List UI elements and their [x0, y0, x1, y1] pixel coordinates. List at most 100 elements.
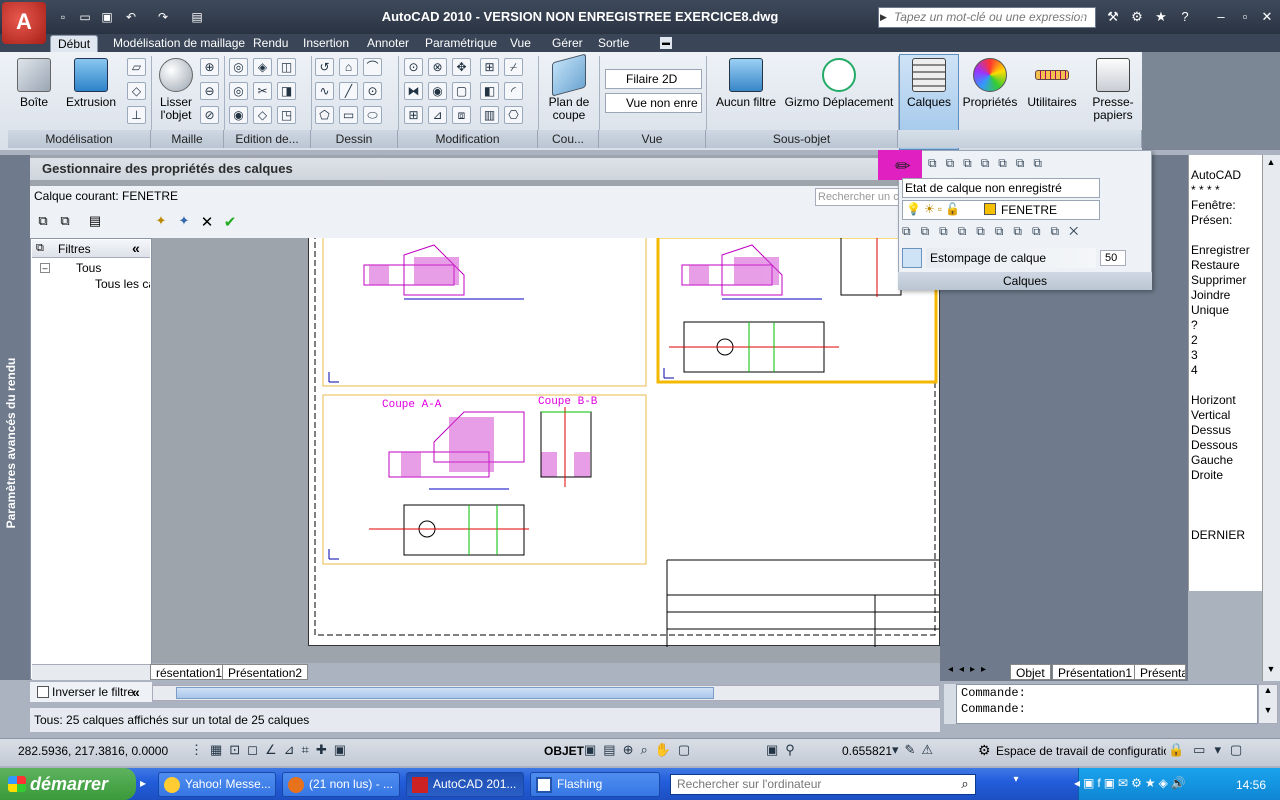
new-property-filter-icon[interactable]: ⧉	[34, 213, 52, 231]
scroll-down-icon[interactable]: ▼	[1264, 664, 1278, 678]
modify-icon[interactable]: ⊙	[404, 58, 423, 76]
layers-button[interactable]: Calques	[902, 58, 956, 109]
modify-icon[interactable]: ⊗	[428, 58, 447, 76]
layout-paper[interactable]: Coupe A-A Coupe B-B	[308, 235, 940, 647]
viewport-menu-item[interactable]: * * * *	[1191, 183, 1220, 198]
line-icon[interactable]: ╱	[339, 82, 358, 100]
favorites-icon[interactable]: ★	[1152, 9, 1170, 25]
solid-edit-icon[interactable]: ◨	[277, 82, 296, 100]
modify-icon[interactable]: ⊿	[428, 106, 447, 124]
close-icon[interactable]: ✕	[1258, 9, 1276, 25]
panel-modelisation[interactable]: Modélisation	[8, 130, 151, 148]
solid-edit-icon[interactable]: ◳	[277, 106, 296, 124]
viewport-menu-item[interactable]: Dessus	[1191, 423, 1231, 438]
binoculars-icon[interactable]: ⌕	[1074, 9, 1092, 25]
tree-scrollbar[interactable]	[32, 664, 150, 680]
viewport-menu-item[interactable]: Droite	[1191, 468, 1223, 483]
set-current-icon[interactable]: ✔	[221, 213, 239, 231]
viewport-menu-item[interactable]: 4	[1191, 363, 1198, 378]
solid-edit-icon[interactable]: ◈	[253, 58, 272, 76]
mesh-tool-icon[interactable]: ⊖	[200, 82, 219, 100]
panel-maille[interactable]: Maille	[151, 130, 224, 148]
help-icon[interactable]: ?	[1176, 9, 1194, 25]
spline-icon[interactable]: ∿	[315, 82, 334, 100]
status-tray-icons[interactable]: 🔒▭▾▢	[1168, 742, 1278, 760]
tab-modelisation-maillage[interactable]: Modélisation de maillage	[106, 35, 252, 52]
navigation-tools[interactable]: ▣▤⊕⌕✋▢	[584, 742, 734, 760]
layer-states-icon[interactable]: ▤	[86, 213, 104, 231]
tab-annoter[interactable]: Annoter	[360, 35, 416, 52]
mesh-tool-icon[interactable]: ⊕	[200, 58, 219, 76]
tree-item-used[interactable]: Tous les calques utilisés	[76, 277, 150, 292]
modeling-tool-icon[interactable]: ◇	[127, 82, 146, 100]
help-search-input[interactable]: Tapez un mot-clé ou une expression	[878, 7, 1096, 28]
subscription-icon[interactable]: ⚒	[1104, 9, 1122, 25]
box-button[interactable]: Boîte	[14, 58, 54, 109]
plot-icon[interactable]: ▤	[188, 9, 206, 25]
ellipse-icon[interactable]: ⬭	[363, 106, 382, 124]
solid-edit-icon[interactable]: ✂	[253, 82, 272, 100]
tab-debut[interactable]: Début	[50, 35, 99, 52]
line-icon[interactable]: ↺	[315, 58, 334, 76]
search-expand-icon[interactable]: ▶	[880, 10, 890, 24]
solid-edit-icon[interactable]: ◎	[229, 58, 248, 76]
fillet-icon[interactable]: ◜	[504, 82, 523, 100]
modify-icon[interactable]: ▥	[480, 106, 499, 124]
scroll-up-icon[interactable]: ▲	[1264, 157, 1278, 171]
solid-edit-icon[interactable]: ◇	[253, 106, 272, 124]
extrusion-button[interactable]: Extrusion	[64, 58, 118, 109]
viewport-tools[interactable]: ▣⚲	[766, 742, 826, 760]
modeling-tool-icon[interactable]: ⊥	[127, 106, 146, 124]
rectangle-icon[interactable]: ▭	[339, 106, 358, 124]
no-filter-button[interactable]: Aucun filtre	[713, 58, 779, 109]
coordinates[interactable]: 282.5936, 217.3816, 0.0000	[18, 744, 188, 760]
arc-icon[interactable]: ⌒	[363, 58, 382, 76]
command-line[interactable]: Commande: Commande:	[956, 684, 1258, 724]
tab-gerer[interactable]: Gérer	[545, 35, 590, 52]
panel-dessin[interactable]: Dessin	[311, 130, 398, 148]
layer-manager-title[interactable]: Gestionnaire des propriétés des calques	[30, 158, 940, 180]
right-layout-tab-2[interactable]: Présenta	[1134, 664, 1186, 680]
quicklaunch-icon[interactable]: ▸	[140, 776, 154, 792]
tab-parametrique[interactable]: Paramétrique	[418, 35, 504, 52]
viewport-menu-item[interactable]: DERNIER	[1191, 528, 1245, 543]
viewport-menu-item[interactable]: Joindre	[1191, 288, 1230, 303]
panel-coupe[interactable]: Cou...	[538, 130, 599, 148]
layout-tab-2[interactable]: Présentation2	[222, 664, 309, 680]
tab-nav-arrows[interactable]: ◂◂▸▸	[944, 664, 1004, 680]
layer-tools-row-2[interactable]: ⧉⧉⧉⧉⧉⧉⧉⧉⧉✕	[902, 224, 1148, 244]
delete-layer-icon[interactable]: ✕	[198, 213, 216, 231]
clipboard-button[interactable]: Presse-papiers	[1086, 58, 1140, 122]
solid-edit-icon[interactable]: ◎	[229, 82, 248, 100]
modeling-tool-icon[interactable]: ▱	[127, 58, 146, 76]
trim-icon[interactable]: ⌿	[504, 58, 523, 76]
collapse-filter-icon[interactable]: «	[132, 684, 148, 700]
tab-sortie[interactable]: Sortie	[591, 35, 636, 52]
solid-edit-icon[interactable]: ◫	[277, 58, 296, 76]
polygon-icon[interactable]: ⬠	[315, 106, 334, 124]
viewport-menu-item[interactable]: AutoCAD	[1191, 168, 1241, 183]
object-model-toggle[interactable]: OBJET	[544, 744, 584, 760]
gizmo-move-button[interactable]: Gizmo Déplacement	[784, 58, 894, 109]
mirror-icon[interactable]: ⧓	[404, 82, 423, 100]
drafting-toggles[interactable]: ⋮▦⊡◻∠⊿⌗✚▣	[190, 742, 410, 760]
search-icon[interactable]: ⌕	[956, 776, 974, 793]
scrollbar-thumb[interactable]	[176, 687, 714, 699]
lock-fade-icon[interactable]	[902, 248, 922, 268]
annotation-scale[interactable]: 0.655821	[842, 744, 892, 760]
minimize-icon[interactable]: –	[1212, 9, 1230, 25]
viewport-menu-item[interactable]: Unique	[1191, 303, 1229, 318]
panel-modification[interactable]: Modification	[398, 130, 538, 148]
solid-edit-icon[interactable]: ◉	[229, 106, 248, 124]
viewport-menu-item[interactable]: 2	[1191, 333, 1198, 348]
tab-vue[interactable]: Vue	[503, 35, 538, 52]
panel-sous-objet[interactable]: Sous-objet	[706, 130, 898, 148]
modify-icon[interactable]: ◉	[428, 82, 447, 100]
workspace-switcher[interactable]: Espace de travail de configuratio	[976, 742, 1166, 760]
mesh-tool-icon[interactable]: ⊘	[200, 106, 219, 124]
layer-state-dropdown[interactable]: Etat de calque non enregistré	[902, 178, 1100, 198]
tray-icons[interactable]: ◂▣f▣✉⚙★◈🔊	[1074, 776, 1234, 794]
viewport-menu-item[interactable]: Supprimer	[1191, 273, 1246, 288]
viewport-menu-item[interactable]: Gauche	[1191, 453, 1233, 468]
circle-icon[interactable]: ⊙	[363, 82, 382, 100]
